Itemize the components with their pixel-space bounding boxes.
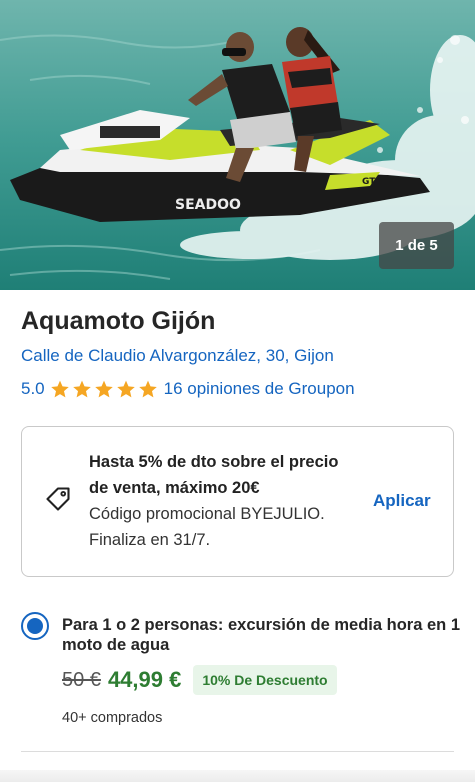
rating-row[interactable]: 5.0 16 opiniones de Groupon — [21, 379, 355, 399]
divider — [21, 751, 454, 752]
promo-card: Hasta 5% de dto sobre el precio de venta… — [21, 426, 454, 577]
option-title[interactable]: Para 1 o 2 personas: excursión de media … — [62, 615, 462, 655]
promo-headline-line1: Hasta 5% de dto sobre el precio — [89, 453, 339, 471]
discount-badge: 10% De Descuento — [193, 665, 337, 695]
radio-selected-dot — [27, 618, 43, 634]
apply-promo-button[interactable]: Aplicar — [373, 491, 431, 511]
star-icon — [94, 380, 113, 398]
rating-stars — [50, 379, 158, 399]
hull-model-text: GTI — [362, 177, 379, 187]
page-title: Aquamoto Gijón — [21, 307, 216, 335]
star-icon — [138, 380, 157, 398]
rating-score: 5.0 — [21, 379, 45, 398]
hull-brand-text: SEADOO — [175, 197, 241, 213]
bought-count: 40+ comprados — [62, 710, 163, 726]
hero-image[interactable]: SEADOO GTI 1 de 5 — [0, 0, 475, 290]
price-row: 50 € 44,99 € 10% De Descuento — [62, 665, 337, 695]
address-link[interactable]: Calle de Claudio Alvargonzález, 30, Gijo… — [21, 346, 334, 366]
option-radio[interactable] — [21, 612, 49, 640]
promo-ends-text: Finaliza en 31/7. — [89, 531, 211, 549]
tag-icon — [46, 487, 70, 511]
star-icon — [116, 380, 135, 398]
reviews-link[interactable]: 16 opiniones de Groupon — [164, 379, 355, 399]
promo-code-text: Código promocional BYEJULIO. — [89, 505, 325, 523]
gallery-counter: 1 de 5 — [379, 222, 454, 269]
old-price: 50 € — [62, 668, 101, 691]
promo-text: Hasta 5% de dto sobre el precio de venta… — [89, 449, 369, 553]
bottom-shade — [0, 770, 475, 782]
star-icon — [50, 380, 69, 398]
star-icon — [72, 380, 91, 398]
new-price: 44,99 € — [107, 667, 182, 692]
promo-headline-line2: de venta, máximo 20€ — [89, 479, 260, 497]
